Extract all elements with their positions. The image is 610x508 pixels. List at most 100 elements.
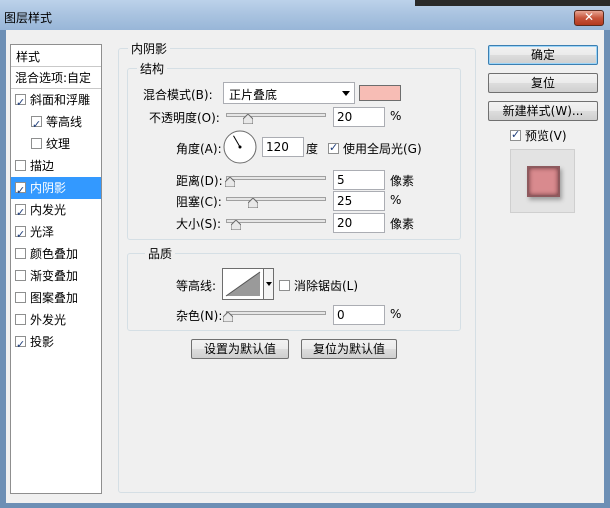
size-input[interactable]: 20 [333, 213, 385, 233]
noise-unit: % [390, 307, 402, 321]
checkbox-icon[interactable] [31, 114, 42, 136]
checkbox-icon[interactable] [15, 180, 26, 202]
choke-label: 阻塞(C): [176, 195, 222, 209]
sidebar-item-3[interactable]: 描边 [11, 155, 101, 177]
contour-picker[interactable] [222, 268, 264, 300]
sidebar-item-7[interactable]: 颜色叠加 [11, 243, 101, 265]
set-default-button[interactable]: 设置为默认值 [191, 339, 289, 359]
sidebar-item-label: 内阴影 [30, 181, 67, 195]
preview-label: 预览(V) [525, 129, 567, 143]
styles-list: 样式 混合选项:自定 斜面和浮雕等高线纹理描边内阴影内发光光泽颜色叠加渐变叠加图… [10, 44, 102, 494]
checkbox-icon[interactable] [15, 202, 26, 224]
sidebar-item-label: 渐变叠加 [30, 269, 79, 283]
sidebar-item-6[interactable]: 光泽 [11, 221, 101, 246]
distance-slider-thumb[interactable] [225, 177, 235, 187]
sidebar-item-label: 纹理 [46, 137, 71, 151]
sidebar-item-8[interactable]: 渐变叠加 [11, 265, 101, 287]
checkbox-icon[interactable] [15, 248, 26, 259]
chevron-down-icon [342, 91, 350, 96]
window-title: 图层样式 [4, 11, 53, 25]
sidebar-item-2[interactable]: 纹理 [11, 133, 101, 155]
opacity-slider-thumb[interactable] [243, 114, 253, 124]
blend-mode-label: 混合模式(B): [143, 88, 213, 102]
antialias-check-icon [279, 280, 290, 291]
sidebar-item-11[interactable]: 投影 [11, 331, 101, 356]
choke-slider-thumb[interactable] [248, 198, 258, 208]
choke-slider-track[interactable] [226, 197, 326, 201]
checkbox-icon[interactable] [15, 292, 26, 303]
sidebar-item-1[interactable]: 等高线 [11, 111, 101, 136]
sidebar-item-label: 投影 [30, 335, 55, 349]
sidebar-item-label: 颜色叠加 [30, 247, 79, 261]
sidebar-item-4[interactable]: 内阴影 [11, 177, 101, 202]
blending-options-item[interactable]: 混合选项:自定 [11, 67, 101, 89]
size-slider-track[interactable] [226, 219, 326, 223]
shadow-color-swatch[interactable] [359, 85, 401, 101]
inner-shadow-title: 内阴影 [128, 40, 171, 57]
noise-slider-track[interactable] [226, 311, 326, 315]
size-slider-thumb[interactable] [231, 220, 241, 230]
title-bar[interactable]: 图层样式 ✕ [0, 0, 610, 30]
checkbox-icon[interactable] [15, 160, 26, 171]
sidebar-item-label: 描边 [30, 159, 55, 173]
noise-label: 杂色(N): [176, 309, 223, 323]
antialias-checkbox[interactable]: 消除锯齿(L) [279, 277, 358, 294]
distance-unit: 像素 [390, 174, 415, 188]
structure-title: 结构 [137, 60, 168, 77]
sidebar-item-0[interactable]: 斜面和浮雕 [11, 89, 101, 114]
angle-label: 角度(A): [176, 142, 222, 156]
blend-mode-value: 正片叠底 [229, 88, 278, 102]
checkbox-icon[interactable] [15, 314, 26, 325]
dialog-window: 图层样式 ✕ 样式 混合选项:自定 斜面和浮雕等高线纹理描边内阴影内发光光泽颜色… [0, 0, 610, 508]
sidebar-item-10[interactable]: 外发光 [11, 309, 101, 331]
sidebar-item-label: 内发光 [30, 203, 67, 217]
preview-check-icon [510, 128, 521, 141]
size-unit: 像素 [390, 217, 415, 231]
opacity-slider-track[interactable] [226, 113, 326, 117]
styles-header[interactable]: 样式 [11, 45, 101, 67]
blend-mode-select[interactable]: 正片叠底 [223, 82, 355, 104]
contour-dropdown-button[interactable] [264, 268, 274, 300]
opacity-unit: % [390, 109, 402, 123]
antialias-label: 消除锯齿(L) [294, 279, 359, 293]
style-preview [510, 149, 575, 213]
reset-default-button[interactable]: 复位为默认值 [301, 339, 397, 359]
close-button[interactable]: ✕ [574, 10, 604, 26]
contour-label: 等高线: [176, 279, 217, 293]
checkbox-icon[interactable] [15, 224, 26, 246]
opacity-input[interactable]: 20 [333, 107, 385, 127]
sidebar-item-label: 外发光 [30, 313, 67, 327]
choke-input[interactable]: 25 [333, 191, 385, 211]
preview-checkbox[interactable]: 预览(V) [510, 127, 567, 144]
ok-button[interactable]: 确定 [488, 45, 598, 65]
checkbox-icon[interactable] [15, 92, 26, 114]
dialog-body: 样式 混合选项:自定 斜面和浮雕等高线纹理描边内阴影内发光光泽颜色叠加渐变叠加图… [6, 30, 604, 503]
angle-dial[interactable] [223, 130, 257, 167]
noise-slider-thumb[interactable] [223, 312, 233, 322]
noise-input[interactable]: 0 [333, 305, 385, 325]
reset-button[interactable]: 复位 [488, 73, 598, 93]
opacity-label: 不透明度(O): [149, 111, 220, 125]
checkbox-icon[interactable] [31, 138, 42, 149]
sidebar-item-9[interactable]: 图案叠加 [11, 287, 101, 309]
quality-title: 品质 [145, 245, 176, 262]
sidebar-item-label: 斜面和浮雕 [30, 93, 91, 107]
global-light-check-icon [328, 141, 339, 154]
checkbox-icon[interactable] [15, 334, 26, 356]
sidebar-item-label: 等高线 [46, 115, 83, 129]
distance-slider-track[interactable] [226, 176, 326, 180]
new-style-button[interactable]: 新建样式(W)... [488, 101, 598, 121]
checkbox-icon[interactable] [15, 270, 26, 281]
angle-input[interactable]: 120 [262, 137, 304, 157]
preview-swatch [527, 166, 560, 197]
size-label: 大小(S): [176, 217, 222, 231]
sidebar-item-label: 光泽 [30, 225, 55, 239]
choke-unit: % [390, 193, 402, 207]
distance-label: 距离(D): [176, 174, 223, 188]
global-light-checkbox[interactable]: 使用全局光(G) [328, 140, 422, 157]
global-light-label: 使用全局光(G) [343, 142, 422, 156]
distance-input[interactable]: 5 [333, 170, 385, 190]
angle-unit: 度 [306, 142, 319, 156]
sidebar-item-5[interactable]: 内发光 [11, 199, 101, 224]
sidebar-item-label: 图案叠加 [30, 291, 79, 305]
